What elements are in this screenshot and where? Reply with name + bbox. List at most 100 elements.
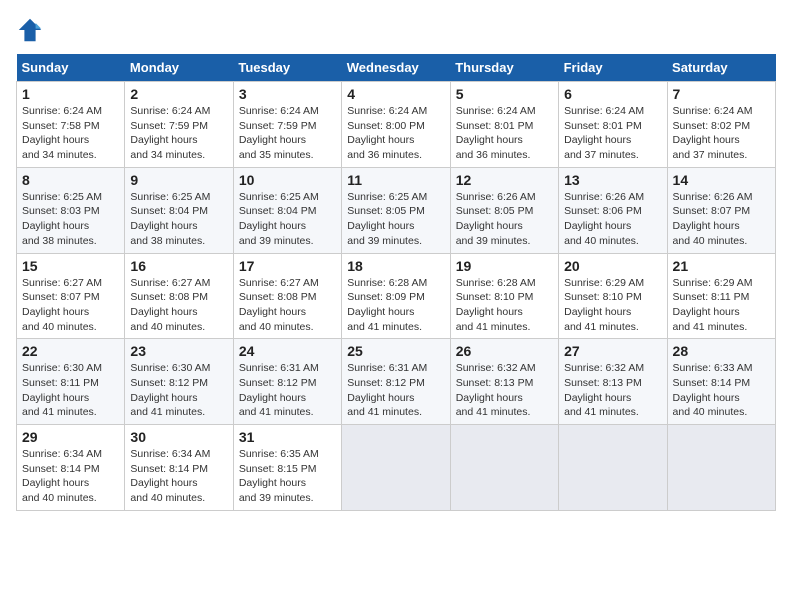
day-info: Sunrise: 6:29 AMSunset: 8:10 PMDaylight … <box>564 277 644 333</box>
calendar-cell: 17 Sunrise: 6:27 AMSunset: 8:08 PMDaylig… <box>233 253 341 339</box>
col-tuesday: Tuesday <box>233 54 341 82</box>
calendar-cell <box>559 425 667 511</box>
calendar-cell: 23 Sunrise: 6:30 AMSunset: 8:12 PMDaylig… <box>125 339 233 425</box>
day-number: 15 <box>22 258 119 274</box>
logo <box>16 16 48 44</box>
calendar-cell: 10 Sunrise: 6:25 AMSunset: 8:04 PMDaylig… <box>233 167 341 253</box>
day-info: Sunrise: 6:28 AMSunset: 8:10 PMDaylight … <box>456 277 536 333</box>
day-number: 14 <box>673 172 770 188</box>
day-info: Sunrise: 6:28 AMSunset: 8:09 PMDaylight … <box>347 277 427 333</box>
day-info: Sunrise: 6:26 AMSunset: 8:06 PMDaylight … <box>564 191 644 247</box>
logo-icon <box>16 16 44 44</box>
col-wednesday: Wednesday <box>342 54 450 82</box>
day-info: Sunrise: 6:31 AMSunset: 8:12 PMDaylight … <box>347 362 427 418</box>
calendar-cell: 30 Sunrise: 6:34 AMSunset: 8:14 PMDaylig… <box>125 425 233 511</box>
day-number: 30 <box>130 429 227 445</box>
calendar-cell: 16 Sunrise: 6:27 AMSunset: 8:08 PMDaylig… <box>125 253 233 339</box>
calendar-cell: 28 Sunrise: 6:33 AMSunset: 8:14 PMDaylig… <box>667 339 775 425</box>
day-info: Sunrise: 6:31 AMSunset: 8:12 PMDaylight … <box>239 362 319 418</box>
calendar-week-row: 22 Sunrise: 6:30 AMSunset: 8:11 PMDaylig… <box>17 339 776 425</box>
day-number: 26 <box>456 343 553 359</box>
calendar-cell: 21 Sunrise: 6:29 AMSunset: 8:11 PMDaylig… <box>667 253 775 339</box>
day-number: 16 <box>130 258 227 274</box>
day-number: 31 <box>239 429 336 445</box>
calendar-cell: 14 Sunrise: 6:26 AMSunset: 8:07 PMDaylig… <box>667 167 775 253</box>
day-info: Sunrise: 6:25 AMSunset: 8:04 PMDaylight … <box>130 191 210 247</box>
day-info: Sunrise: 6:34 AMSunset: 8:14 PMDaylight … <box>22 448 102 504</box>
calendar-cell: 22 Sunrise: 6:30 AMSunset: 8:11 PMDaylig… <box>17 339 125 425</box>
calendar-cell: 9 Sunrise: 6:25 AMSunset: 8:04 PMDayligh… <box>125 167 233 253</box>
day-number: 23 <box>130 343 227 359</box>
day-number: 2 <box>130 86 227 102</box>
day-info: Sunrise: 6:30 AMSunset: 8:11 PMDaylight … <box>22 362 102 418</box>
day-info: Sunrise: 6:34 AMSunset: 8:14 PMDaylight … <box>130 448 210 504</box>
day-number: 18 <box>347 258 444 274</box>
day-number: 21 <box>673 258 770 274</box>
calendar-header-row: Sunday Monday Tuesday Wednesday Thursday… <box>17 54 776 82</box>
calendar-cell <box>667 425 775 511</box>
day-info: Sunrise: 6:32 AMSunset: 8:13 PMDaylight … <box>456 362 536 418</box>
calendar-table: Sunday Monday Tuesday Wednesday Thursday… <box>16 54 776 511</box>
day-number: 17 <box>239 258 336 274</box>
calendar-cell: 13 Sunrise: 6:26 AMSunset: 8:06 PMDaylig… <box>559 167 667 253</box>
day-number: 29 <box>22 429 119 445</box>
calendar-week-row: 29 Sunrise: 6:34 AMSunset: 8:14 PMDaylig… <box>17 425 776 511</box>
day-number: 1 <box>22 86 119 102</box>
day-number: 6 <box>564 86 661 102</box>
day-number: 3 <box>239 86 336 102</box>
calendar-cell: 27 Sunrise: 6:32 AMSunset: 8:13 PMDaylig… <box>559 339 667 425</box>
day-number: 13 <box>564 172 661 188</box>
calendar-cell <box>450 425 558 511</box>
day-info: Sunrise: 6:26 AMSunset: 8:05 PMDaylight … <box>456 191 536 247</box>
day-info: Sunrise: 6:24 AMSunset: 7:59 PMDaylight … <box>130 105 210 161</box>
calendar-cell: 31 Sunrise: 6:35 AMSunset: 8:15 PMDaylig… <box>233 425 341 511</box>
day-info: Sunrise: 6:25 AMSunset: 8:03 PMDaylight … <box>22 191 102 247</box>
day-info: Sunrise: 6:24 AMSunset: 8:01 PMDaylight … <box>456 105 536 161</box>
day-number: 27 <box>564 343 661 359</box>
calendar-cell: 12 Sunrise: 6:26 AMSunset: 8:05 PMDaylig… <box>450 167 558 253</box>
day-info: Sunrise: 6:26 AMSunset: 8:07 PMDaylight … <box>673 191 753 247</box>
day-number: 25 <box>347 343 444 359</box>
calendar-cell: 1 Sunrise: 6:24 AMSunset: 7:58 PMDayligh… <box>17 82 125 168</box>
col-saturday: Saturday <box>667 54 775 82</box>
calendar-cell: 4 Sunrise: 6:24 AMSunset: 8:00 PMDayligh… <box>342 82 450 168</box>
day-number: 11 <box>347 172 444 188</box>
day-number: 28 <box>673 343 770 359</box>
day-info: Sunrise: 6:27 AMSunset: 8:08 PMDaylight … <box>130 277 210 333</box>
calendar-cell: 15 Sunrise: 6:27 AMSunset: 8:07 PMDaylig… <box>17 253 125 339</box>
calendar-cell: 7 Sunrise: 6:24 AMSunset: 8:02 PMDayligh… <box>667 82 775 168</box>
day-info: Sunrise: 6:24 AMSunset: 7:59 PMDaylight … <box>239 105 319 161</box>
calendar-cell: 8 Sunrise: 6:25 AMSunset: 8:03 PMDayligh… <box>17 167 125 253</box>
calendar-cell: 18 Sunrise: 6:28 AMSunset: 8:09 PMDaylig… <box>342 253 450 339</box>
day-info: Sunrise: 6:24 AMSunset: 7:58 PMDaylight … <box>22 105 102 161</box>
day-number: 20 <box>564 258 661 274</box>
calendar-week-row: 15 Sunrise: 6:27 AMSunset: 8:07 PMDaylig… <box>17 253 776 339</box>
page-header <box>16 16 776 44</box>
day-info: Sunrise: 6:24 AMSunset: 8:02 PMDaylight … <box>673 105 753 161</box>
day-number: 7 <box>673 86 770 102</box>
calendar-cell: 3 Sunrise: 6:24 AMSunset: 7:59 PMDayligh… <box>233 82 341 168</box>
day-info: Sunrise: 6:24 AMSunset: 8:01 PMDaylight … <box>564 105 644 161</box>
calendar-cell: 26 Sunrise: 6:32 AMSunset: 8:13 PMDaylig… <box>450 339 558 425</box>
calendar-cell <box>342 425 450 511</box>
day-number: 12 <box>456 172 553 188</box>
day-number: 19 <box>456 258 553 274</box>
col-friday: Friday <box>559 54 667 82</box>
calendar-cell: 25 Sunrise: 6:31 AMSunset: 8:12 PMDaylig… <box>342 339 450 425</box>
day-info: Sunrise: 6:29 AMSunset: 8:11 PMDaylight … <box>673 277 753 333</box>
day-info: Sunrise: 6:27 AMSunset: 8:07 PMDaylight … <box>22 277 102 333</box>
day-info: Sunrise: 6:32 AMSunset: 8:13 PMDaylight … <box>564 362 644 418</box>
day-info: Sunrise: 6:25 AMSunset: 8:05 PMDaylight … <box>347 191 427 247</box>
day-number: 24 <box>239 343 336 359</box>
calendar-cell: 11 Sunrise: 6:25 AMSunset: 8:05 PMDaylig… <box>342 167 450 253</box>
day-number: 10 <box>239 172 336 188</box>
col-monday: Monday <box>125 54 233 82</box>
calendar-cell: 20 Sunrise: 6:29 AMSunset: 8:10 PMDaylig… <box>559 253 667 339</box>
day-info: Sunrise: 6:25 AMSunset: 8:04 PMDaylight … <box>239 191 319 247</box>
day-number: 4 <box>347 86 444 102</box>
day-number: 9 <box>130 172 227 188</box>
calendar-week-row: 1 Sunrise: 6:24 AMSunset: 7:58 PMDayligh… <box>17 82 776 168</box>
day-number: 8 <box>22 172 119 188</box>
calendar-cell: 2 Sunrise: 6:24 AMSunset: 7:59 PMDayligh… <box>125 82 233 168</box>
day-number: 22 <box>22 343 119 359</box>
